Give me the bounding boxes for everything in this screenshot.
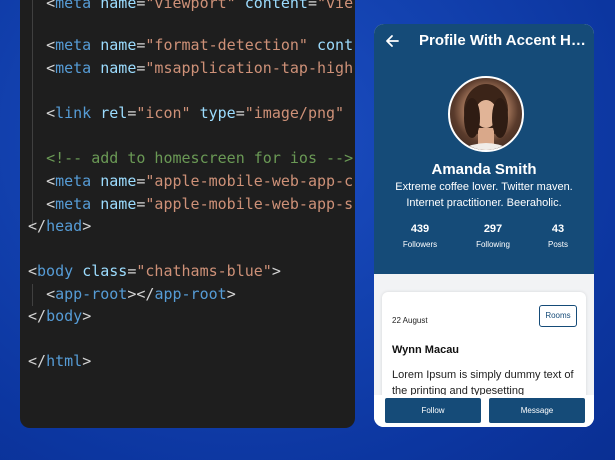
- code-editor: <meta name="viewport" content="vie <meta…: [20, 0, 355, 428]
- code-line-1: <meta name="viewport" content="vie: [46, 0, 354, 12]
- profile-bio: Extreme coffee lover. Twitter maven. Int…: [384, 179, 584, 211]
- message-button[interactable]: Message: [489, 398, 585, 423]
- profile-name: Amanda Smith: [431, 161, 537, 178]
- avatar: [448, 76, 524, 152]
- code-line-2: <meta name="format-detection" cont: [46, 36, 354, 54]
- code-line-8: </head>: [28, 217, 92, 235]
- code-line-3: <meta name="msapplication-tap-high: [46, 59, 354, 77]
- stat-value: 297: [483, 223, 503, 235]
- bio-line-2: Internet practitioner. Beeraholic.: [406, 197, 562, 209]
- stat-label: Posts: [547, 240, 568, 249]
- stat-posts[interactable]: 43 Posts: [528, 223, 588, 249]
- code-line-12: </html>: [28, 352, 92, 370]
- code-line-5: <!-- add to homescreen for ios -->: [46, 149, 354, 167]
- code-line-4: <link rel="icon" type="image/png": [46, 104, 345, 122]
- code-line-10: <app-root></app-root>: [46, 285, 236, 303]
- card-date: 22 August: [392, 316, 428, 325]
- bio-line-1: Extreme coffee lover. Twitter maven.: [395, 181, 573, 193]
- avatar-image: [460, 84, 512, 150]
- rooms-button[interactable]: Rooms: [539, 305, 577, 327]
- stat-followers[interactable]: 439 Followers: [390, 223, 450, 249]
- page-title: Profile With Accent Header: [419, 32, 591, 49]
- stat-following[interactable]: 297 Following: [463, 223, 523, 249]
- stat-value: 43: [551, 223, 565, 235]
- code-line-11: </body>: [28, 307, 92, 325]
- code-line-6: <meta name="apple-mobile-web-app-c: [46, 172, 354, 190]
- code-line-9: <body class="chathams-blue">: [28, 262, 281, 280]
- stat-value: 439: [410, 223, 430, 235]
- code-line-7: <meta name="apple-mobile-web-app-s: [46, 195, 354, 213]
- phone-mockup: Profile With Accent Header Amanda Smith …: [374, 24, 594, 427]
- card-title: Wynn Macau: [392, 344, 460, 356]
- stat-label: Followers: [402, 240, 438, 249]
- follow-button[interactable]: Follow: [385, 398, 481, 423]
- stat-label: Following: [476, 240, 510, 249]
- arrow-left-icon[interactable]: [384, 32, 400, 50]
